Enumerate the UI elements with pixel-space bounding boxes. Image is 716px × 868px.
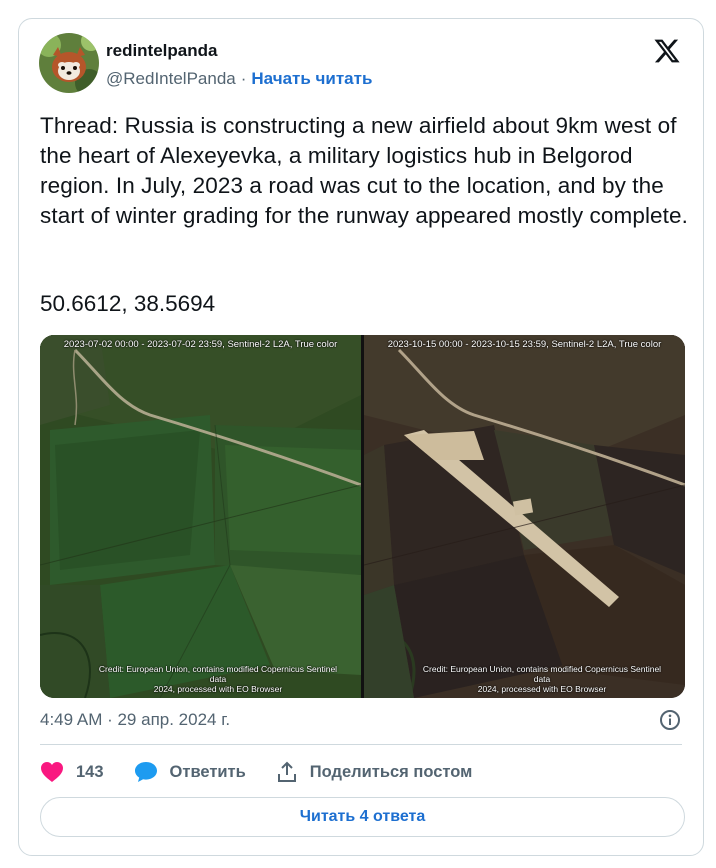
- divider: [40, 744, 682, 745]
- satellite-scene-brown-runway: [364, 335, 685, 698]
- satellite-credit-line2: 2024, processed with EO Browser: [153, 684, 283, 694]
- tweet-text: Thread: Russia is constructing a new air…: [40, 113, 688, 228]
- tweet-media[interactable]: 2023-07-02 00:00 - 2023-07-02 23:59, Sen…: [40, 335, 685, 698]
- satellite-scene-green: [40, 335, 361, 698]
- satellite-credit-line2: 2024, processed with EO Browser: [477, 684, 607, 694]
- satellite-credit: Credit: European Union, contains modifie…: [417, 664, 667, 694]
- share-button[interactable]: Поделиться постом: [276, 761, 473, 783]
- share-upload-icon: [277, 761, 296, 782]
- author-handle-row: @RedIntelPanda · Начать читать: [106, 69, 372, 89]
- reply-label: Ответить: [169, 762, 246, 781]
- satellite-credit-line1: Credit: European Union, contains modifie…: [98, 664, 338, 684]
- like-count: 143: [76, 762, 104, 781]
- tweet-coordinates: 50.6612, 38.5694: [40, 291, 216, 316]
- tweet-timestamp[interactable]: 4:49 AM · 29 апр. 2024 г.: [40, 710, 230, 730]
- tweet-card: redintelpanda @RedIntelPanda · Начать чита…: [18, 18, 704, 856]
- author-handle[interactable]: @RedIntelPanda: [106, 69, 236, 88]
- read-replies-button[interactable]: Читать 4 ответа: [40, 797, 685, 837]
- avatar[interactable]: [39, 33, 99, 93]
- satellite-credit-line1: Credit: European Union, contains modifie…: [422, 664, 662, 684]
- action-bar: 143 Ответить Поделиться постом: [40, 759, 502, 785]
- separator-dot: ·: [240, 69, 247, 88]
- reply-button[interactable]: Ответить: [134, 761, 246, 783]
- satellite-caption-top: 2023-07-02 00:00 - 2023-07-02 23:59, Sen…: [63, 339, 338, 350]
- x-logo-icon[interactable]: [653, 37, 681, 65]
- info-icon[interactable]: [659, 709, 681, 731]
- red-panda-avatar-image: [39, 33, 99, 93]
- author-display-name[interactable]: redintelpanda: [106, 41, 217, 61]
- satellite-caption-top: 2023-10-15 00:00 - 2023-10-15 23:59, Sen…: [387, 339, 662, 350]
- satellite-image-after[interactable]: 2023-10-15 00:00 - 2023-10-15 23:59, Sen…: [364, 335, 685, 698]
- heart-icon: [41, 762, 63, 782]
- satellite-credit: Credit: European Union, contains modifie…: [93, 664, 343, 694]
- follow-link[interactable]: Начать читать: [251, 69, 372, 88]
- share-label: Поделиться постом: [309, 762, 473, 781]
- like-button[interactable]: 143: [40, 761, 104, 783]
- satellite-image-before[interactable]: 2023-07-02 00:00 - 2023-07-02 23:59, Sen…: [40, 335, 361, 698]
- speech-bubble-icon: [134, 762, 157, 782]
